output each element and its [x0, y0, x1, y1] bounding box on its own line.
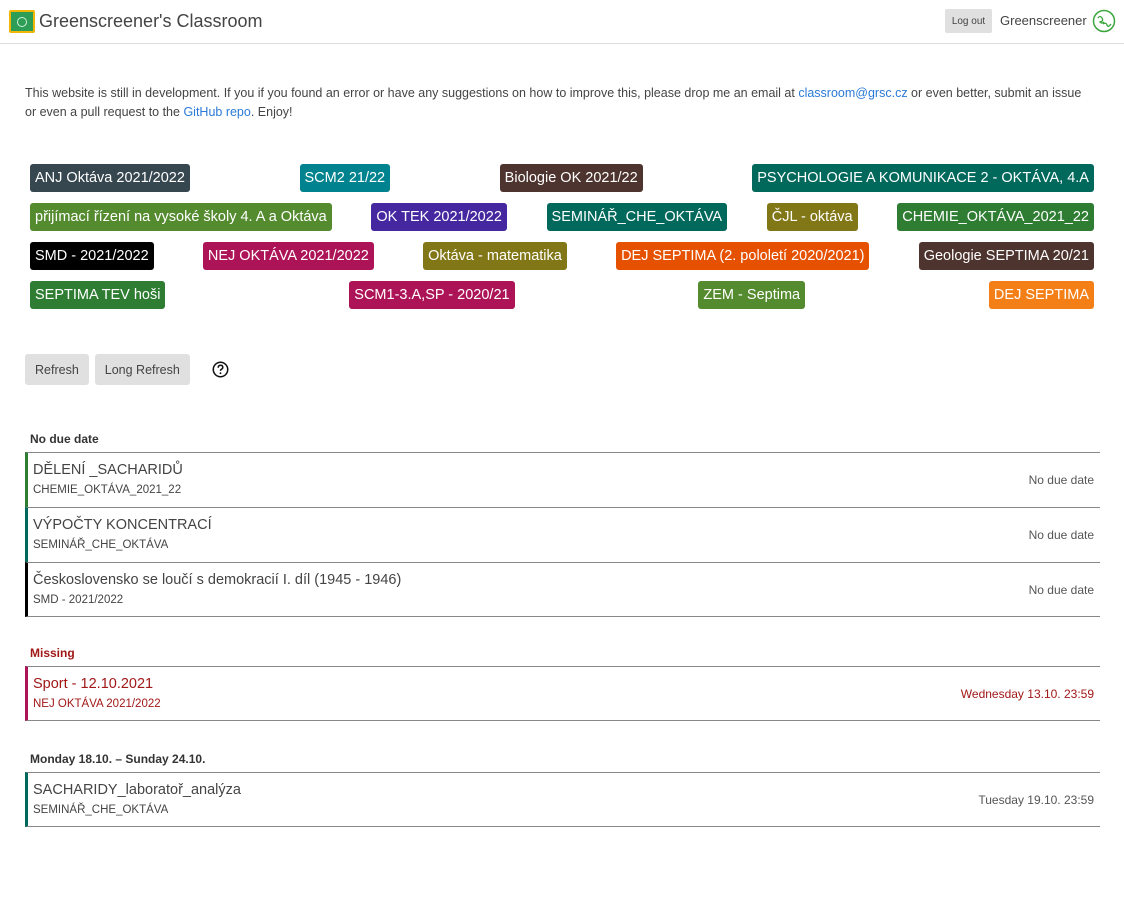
assignment-course: CHEMIE_OKTÁVA_2021_22 [33, 484, 182, 496]
user-avatar-icon[interactable] [1092, 9, 1116, 33]
assignment-list: DĚLENÍ _SACHARIDŮ CHEMIE_OKTÁVA_2021_22 No… [25, 452, 1100, 617]
username: Greenscreener [1000, 13, 1087, 28]
course-chip[interactable]: OK TEK 2021/2022 [371, 203, 507, 231]
section-title: Monday 18.10. – Sunday 24.10. [30, 752, 206, 766]
course-chip[interactable]: SEMINÁŘ_CHE_OKTÁVA [546, 203, 728, 231]
assignment-row[interactable]: Sport - 12.10.2021 NEJ OKTÁVA 2021/2022 We… [25, 666, 1100, 721]
assignment-due-date: Wednesday 13.10. 23:59 [960, 687, 1094, 701]
assignment-row[interactable]: DĚLENÍ _SACHARIDŮ CHEMIE_OKTÁVA_2021_22 No… [25, 452, 1100, 507]
course-chip[interactable]: SCM2 21/22 [299, 164, 391, 192]
course-chip[interactable]: ANJ Oktáva 2021/2022 [30, 164, 190, 192]
assignment-due-date: Tuesday 19.10. 23:59 [978, 793, 1094, 807]
logout-button[interactable]: Log out [945, 9, 992, 33]
assignment-list: SACHARIDY_laboratoř_analýza SEMINÁŘ_CHE_O… [25, 772, 1100, 827]
course-chip[interactable]: PSYCHOLOGIE A KOMUNIKACE 2 - OKTÁVA, 4.A [752, 164, 1094, 192]
course-chip[interactable]: CHEMIE_OKTÁVA_2021_22 [897, 203, 1094, 231]
assignment-course: SMD - 2021/2022 [33, 594, 124, 606]
assignment-course: SEMINÁŘ_CHE_OKTÁVA [33, 539, 169, 551]
course-chip[interactable]: SCM1-3.A,SP - 2020/21 [349, 281, 515, 309]
course-row: ANJ Oktáva 2021/2022 SCM2 21/22 Biologie O… [30, 164, 1094, 192]
course-row: přijímací řízení na vysoké školy 4. A a … [30, 203, 1094, 231]
toolbar: Refresh Long Refresh [25, 354, 229, 385]
assignment-row[interactable]: Československo se loučí s demokracií I. … [25, 562, 1100, 617]
assignment-due-date: No due date [1028, 528, 1094, 542]
refresh-button[interactable]: Refresh [25, 354, 89, 385]
assignment-section: Missing Sport - 12.10.2021 NEJ OKTÁVA 2021… [25, 646, 1100, 721]
help-icon[interactable] [212, 361, 229, 378]
course-list: ANJ Oktáva 2021/2022 SCM2 21/22 Biologie O… [30, 164, 1094, 320]
section-title: Missing [30, 646, 75, 660]
assignment-section: No due date DĚLENÍ _SACHARIDŮ CHEMIE_OKTÁV… [25, 432, 1100, 617]
header: Greenscreener's Classroom Log out Greens… [0, 0, 1124, 44]
long-refresh-button[interactable]: Long Refresh [94, 354, 190, 385]
assignment-row[interactable]: VÝPOČTY KONCENTRACÍ SEMINÁŘ_CHE_OKTÁVA No … [25, 507, 1100, 562]
course-chip[interactable]: Biologie OK 2021/22 [499, 164, 643, 192]
assignment-name: Sport - 12.10.2021 [33, 676, 154, 692]
course-row: SMD - 2021/2022 NEJ OKTÁVA 2021/2022 Oktáv… [30, 242, 1094, 270]
course-chip[interactable]: NEJ OKTÁVA 2021/2022 [202, 242, 374, 270]
assignment-name: DĚLENÍ _SACHARIDŮ [33, 462, 183, 478]
notice-text: This website is still in development. If… [25, 86, 799, 100]
email-link[interactable]: classroom@grsc.cz [798, 86, 907, 100]
assignment-due-date: No due date [1028, 473, 1094, 487]
assignment-row[interactable]: SACHARIDY_laboratoř_analýza SEMINÁŘ_CHE_O… [25, 772, 1100, 827]
section-title: No due date [30, 432, 99, 446]
assignment-course: NEJ OKTÁVA 2021/2022 [33, 698, 161, 710]
assignment-course: SEMINÁŘ_CHE_OKTÁVA [33, 804, 169, 816]
course-row: SEPTIMA TEV hoši SCM1-3.A,SP - 2020/21 ZEM… [30, 281, 1094, 309]
course-chip[interactable]: DEJ SEPTIMA [988, 281, 1094, 309]
course-chip[interactable]: SEPTIMA TEV hoši [30, 281, 166, 309]
assignment-name: VÝPOČTY KONCENTRACÍ [33, 517, 212, 533]
course-chip[interactable]: ZEM - Septima [698, 281, 806, 309]
assignment-due-date: No due date [1028, 583, 1094, 597]
course-chip[interactable]: Geologie SEPTIMA 20/21 [918, 242, 1094, 270]
app-title[interactable]: Greenscreener's Classroom [39, 11, 263, 32]
assignment-list: Sport - 12.10.2021 NEJ OKTÁVA 2021/2022 We… [25, 666, 1100, 721]
notice-text: . Enjoy! [250, 105, 293, 119]
dev-notice: This website is still in development. If… [25, 84, 1085, 122]
assignment-name: Československo se loučí s demokracií I. … [33, 572, 402, 588]
assignment-section: Monday 18.10. – Sunday 24.10. SACHARIDY_l… [25, 752, 1100, 827]
course-chip[interactable]: DEJ SEPTIMA (2. pololetí 2020/2021) [616, 242, 870, 270]
assignment-name: SACHARIDY_laboratoř_analýza [33, 782, 241, 798]
course-chip[interactable]: ČJL - oktáva [766, 203, 858, 231]
course-chip[interactable]: SMD - 2021/2022 [30, 242, 154, 270]
github-repo-link[interactable]: GitHub repo [183, 105, 250, 119]
course-chip[interactable]: Oktáva - matematika [423, 242, 567, 270]
course-chip[interactable]: přijímací řízení na vysoké školy 4. A a … [30, 203, 332, 231]
classroom-logo-icon[interactable] [9, 10, 35, 33]
